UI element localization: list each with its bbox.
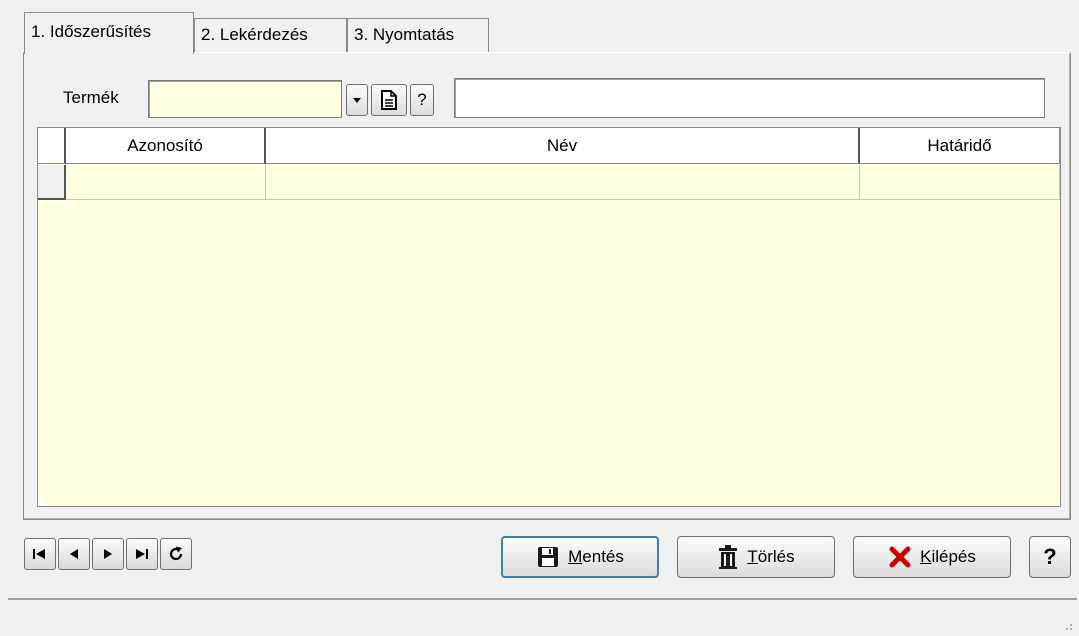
termek-label: Termék	[63, 88, 119, 107]
delete-label: Törlés	[747, 547, 795, 566]
previous-record-button[interactable]	[58, 538, 90, 570]
termek-input[interactable]	[148, 80, 342, 118]
exit-button[interactable]: Kilépés	[853, 536, 1011, 578]
last-icon	[136, 549, 148, 559]
lookup-help-button[interactable]: ?	[410, 84, 434, 116]
last-record-button[interactable]	[126, 538, 158, 570]
data-grid[interactable]: Azonosító Név Határidő	[37, 127, 1061, 507]
chevron-down-icon	[353, 98, 361, 103]
first-icon	[33, 549, 45, 559]
refresh-icon	[169, 546, 183, 561]
first-record-button[interactable]	[24, 538, 56, 570]
tab-label: 3. Nyomtatás	[354, 25, 455, 44]
tab-label: 2. Lekérdezés	[201, 25, 308, 44]
delete-button[interactable]: Törlés	[677, 536, 835, 578]
tab-idoszerusites[interactable]: 1. Időszerűsítés	[24, 12, 194, 54]
exit-label: Kilépés	[920, 547, 976, 566]
document-button[interactable]	[371, 84, 407, 116]
next-icon	[104, 549, 112, 559]
save-button[interactable]: Mentés	[501, 536, 659, 578]
close-icon	[889, 546, 911, 568]
column-header-hatarido[interactable]: Határidő	[860, 128, 1060, 164]
help-button[interactable]: ?	[1029, 536, 1071, 578]
resize-grip-icon[interactable]	[1061, 619, 1073, 631]
grid-cell[interactable]	[860, 165, 1060, 200]
tab-lekerdezes[interactable]: 2. Lekérdezés	[194, 18, 347, 52]
save-label: Mentés	[568, 547, 624, 566]
status-bar	[8, 598, 1077, 634]
previous-icon	[70, 549, 78, 559]
grid-cell[interactable]	[66, 165, 266, 200]
next-record-button[interactable]	[92, 538, 124, 570]
column-header-nev[interactable]: Név	[266, 128, 860, 164]
floppy-disk-icon	[538, 547, 559, 567]
row-indicator[interactable]	[38, 165, 66, 200]
termek-description-field	[454, 78, 1045, 118]
dropdown-button[interactable]	[346, 84, 368, 116]
tab-label: 1. Időszerűsítés	[31, 22, 152, 41]
document-icon	[381, 90, 397, 110]
tab-nyomtatas[interactable]: 3. Nyomtatás	[347, 18, 489, 52]
grid-cell[interactable]	[266, 165, 860, 200]
refresh-button[interactable]	[160, 538, 192, 570]
trash-icon	[719, 545, 738, 569]
column-header-azonosito[interactable]: Azonosító	[66, 128, 266, 164]
grid-corner	[38, 128, 66, 164]
